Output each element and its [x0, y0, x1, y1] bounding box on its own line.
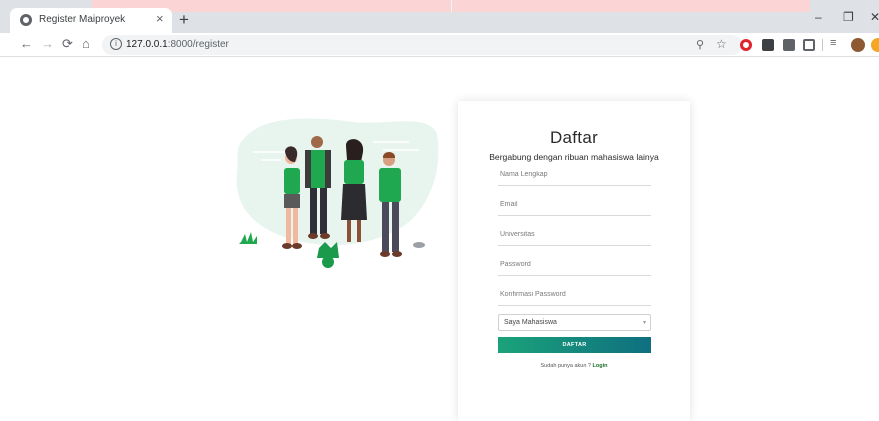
back-icon[interactable]: ←: [20, 37, 33, 51]
tab-close-icon[interactable]: ×: [156, 12, 164, 26]
url-host: 127.0.0.1: [126, 39, 168, 50]
banner-divider: [451, 0, 452, 12]
maximize-button[interactable]: ❐: [843, 10, 854, 24]
bookmark-star-icon[interactable]: ☆: [716, 37, 727, 51]
page-subtitle: Bergabung dengan ribuan mahasiswa lainya: [489, 152, 659, 162]
browser-toolbar: ← → ⟳ ⌂ i 127.0.0.1:8000/register ⚲ ☆ ≡: [0, 33, 879, 57]
close-window-button[interactable]: ✕: [870, 10, 879, 24]
confirm-password-field[interactable]: [498, 284, 651, 306]
opera-extension-icon[interactable]: [740, 39, 752, 51]
browser-tabstrip: Register Maiproyek × + – ❐ ✕: [0, 0, 879, 33]
role-select-value: Saya Mahasiswa: [504, 319, 557, 326]
university-field[interactable]: [498, 224, 651, 246]
zoom-icon[interactable]: ⚲: [696, 38, 704, 51]
minimize-button[interactable]: –: [815, 10, 822, 24]
address-bar[interactable]: i 127.0.0.1:8000/register ⚲ ☆: [102, 35, 742, 55]
toolbar-divider: [822, 39, 823, 51]
email-field[interactable]: [498, 194, 651, 216]
tab-title: Register Maiproyek: [39, 14, 126, 25]
register-submit-button[interactable]: DAFTAR: [498, 337, 651, 353]
password-field[interactable]: [498, 254, 651, 276]
extension-icon[interactable]: [762, 39, 774, 51]
profile-avatar[interactable]: [851, 38, 865, 52]
browser-tab[interactable]: Register Maiproyek ×: [10, 8, 172, 33]
login-prompt: Sudah punya akun ? Login: [458, 363, 690, 369]
register-card: Daftar Bergabung dengan ribuan mahasiswa…: [458, 101, 690, 421]
forward-icon[interactable]: →: [41, 37, 54, 51]
extension-icon[interactable]: [871, 38, 879, 52]
reload-icon[interactable]: ⟳: [62, 37, 73, 51]
people-illustration: [236, 118, 439, 268]
page-title: Daftar: [549, 128, 599, 147]
url-path: :8000/register: [167, 39, 229, 50]
site-info-icon[interactable]: i: [110, 38, 122, 50]
reading-list-icon[interactable]: ≡: [830, 37, 836, 49]
login-prompt-text: Sudah punya akun ?: [540, 363, 591, 369]
globe-icon: [20, 14, 32, 26]
url-text: 127.0.0.1:8000/register: [126, 39, 229, 50]
full-name-field[interactable]: [498, 164, 651, 186]
role-select[interactable]: Saya Mahasiswa ▾: [498, 314, 651, 331]
extension-icon[interactable]: [803, 39, 815, 51]
login-link[interactable]: Login: [593, 363, 608, 369]
new-tab-button[interactable]: +: [179, 11, 189, 28]
chevron-down-icon: ▾: [642, 320, 646, 326]
home-icon[interactable]: ⌂: [82, 37, 90, 51]
extension-icon[interactable]: [783, 39, 795, 51]
